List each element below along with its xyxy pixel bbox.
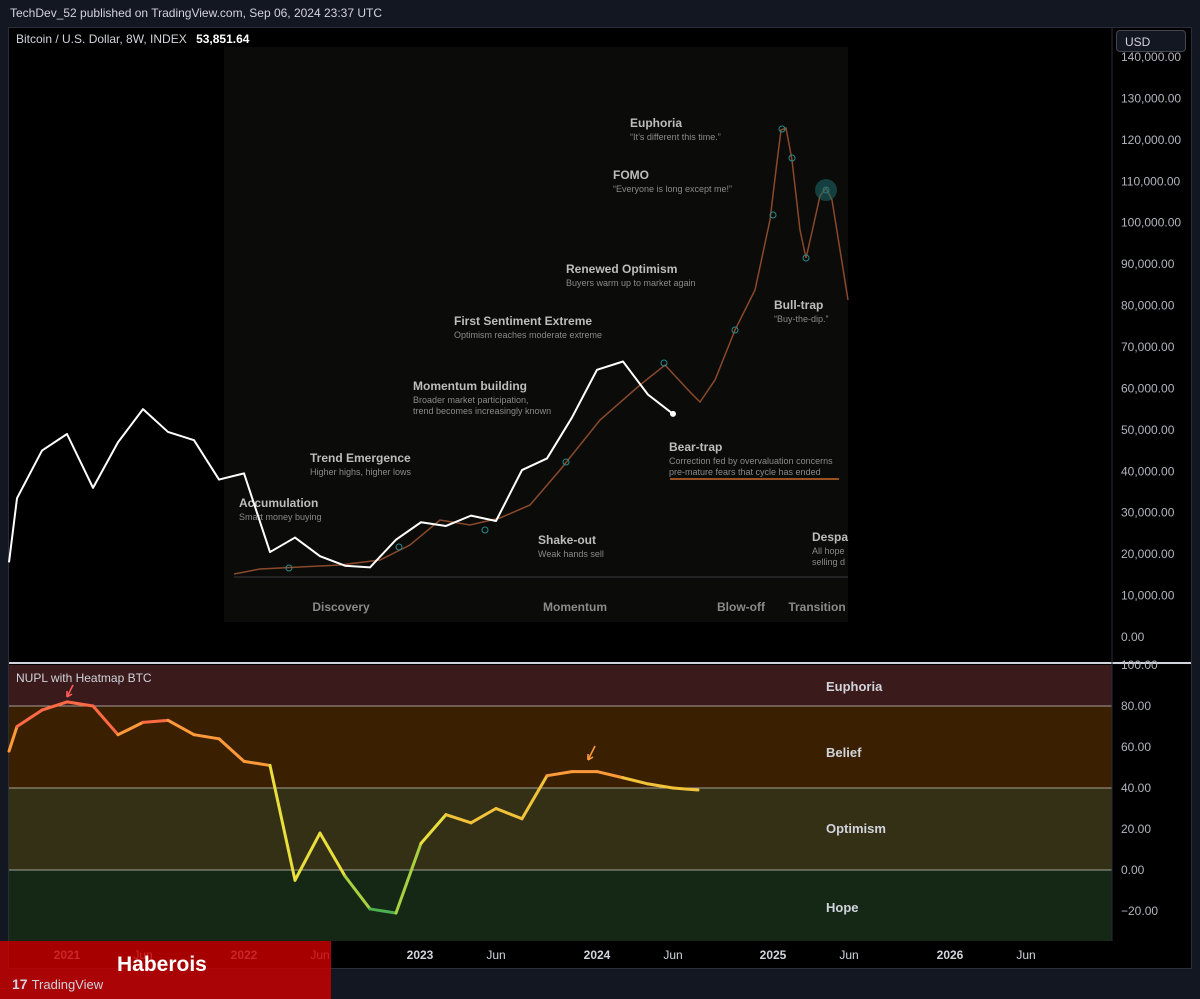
last-price: 53,851.64 — [196, 32, 250, 46]
annotation-title: Shake-out — [538, 533, 596, 547]
annotation-title: First Sentiment Extreme — [454, 314, 592, 328]
nupl-axis[interactable]: 100.00 80.00 60.00 40.00 20.00 0.00 −20.00 — [1121, 658, 1158, 918]
annotation-subtitle: trend becomes increasingly known — [413, 406, 551, 416]
price-tick-label: 20,000.00 — [1121, 547, 1175, 561]
price-tick-label: 120,000.00 — [1121, 133, 1181, 147]
nupl-legend[interactable]: NUPL with Heatmap BTC — [16, 671, 152, 685]
annotation-subtitle: Smart money buying — [239, 512, 322, 522]
phase-label: Momentum — [543, 600, 607, 614]
price-tick-label: 100,000.00 — [1121, 216, 1181, 230]
annotation-title: FOMO — [613, 168, 649, 182]
price-tick-label: 80,000.00 — [1121, 299, 1175, 313]
stage-highlight — [815, 179, 837, 201]
annotation-subtitle: selling d — [812, 557, 845, 567]
time-tick-label: 2024 — [584, 948, 611, 962]
time-tick-label: 2025 — [760, 948, 787, 962]
time-tick-label: Jun — [1016, 948, 1035, 962]
currency-button[interactable]: USD — [1116, 30, 1186, 52]
nupl-tick-label: 20.00 — [1121, 822, 1151, 836]
zone-label: Euphoria — [826, 679, 883, 694]
price-tick-label: 90,000.00 — [1121, 257, 1175, 271]
time-tick-label: Jun — [663, 948, 682, 962]
phase-label: Blow-off — [717, 600, 766, 614]
nupl-tick-label: 80.00 — [1121, 699, 1151, 713]
time-tick-label: Jun — [486, 948, 505, 962]
zone-label: Hope — [826, 900, 859, 915]
nupl-tick-label: 60.00 — [1121, 740, 1151, 754]
annotation-title: Despa — [812, 530, 848, 544]
phase-label: Transition — [788, 600, 845, 614]
annotation-title: Renewed Optimism — [566, 262, 677, 276]
price-tick-label: 110,000.00 — [1121, 174, 1180, 188]
annotation-subtitle: Broader market participation, — [413, 395, 529, 405]
annotation-subtitle: “It’s different this time.” — [630, 132, 721, 142]
price-tick-label: 70,000.00 — [1121, 340, 1175, 354]
annotation-subtitle: pre-mature fears that cycle has ended — [669, 467, 821, 477]
nupl-tick-label: 0.00 — [1121, 863, 1145, 877]
price-tick-label: 0.00 — [1121, 630, 1145, 644]
price-tick-label: 130,000.00 — [1121, 91, 1181, 105]
price-point — [670, 410, 676, 417]
annotation-subtitle: Weak hands sell — [538, 549, 604, 559]
tradingview-logo-icon: 17 — [12, 976, 28, 992]
price-tick-label: 30,000.00 — [1121, 506, 1175, 520]
zone-label: Optimism — [826, 821, 886, 836]
tradingview-logo-text: TradingView — [31, 976, 104, 992]
annotation-subtitle: “Buy-the-dip.” — [774, 314, 829, 324]
nupl-segment — [671, 786, 700, 792]
price-axis[interactable]: 140,000.00130,000.00120,000.00110,000.00… — [1121, 50, 1181, 644]
watermark-text: Haberois — [117, 953, 207, 976]
nupl-tick-label: 100.00 — [1121, 658, 1158, 672]
zone-hope — [9, 870, 1112, 941]
annotation-subtitle: Higher highs, higher lows — [310, 467, 412, 477]
price-tick-label: 50,000.00 — [1121, 423, 1175, 437]
nupl-segment — [141, 718, 170, 724]
nupl-zones: Euphoria Belief Optimism Hope — [9, 665, 1112, 941]
price-tick-label: 40,000.00 — [1121, 464, 1175, 478]
time-tick-label: Jun — [839, 948, 858, 962]
annotation-title: Accumulation — [239, 496, 318, 510]
zone-optimism — [9, 788, 1112, 870]
tradingview-logo[interactable]: 17 TradingView — [12, 976, 103, 992]
annotation-subtitle: Buyers warm up to market again — [566, 278, 696, 288]
annotation-title: Bull-trap — [774, 298, 823, 312]
annotation-subtitle: All hope — [812, 546, 845, 556]
time-tick-label: 2023 — [407, 948, 434, 962]
chart-svg[interactable]: Euphoria “It’s different this time.” FOMO “… — [0, 0, 1200, 999]
annotation-title: Bear-trap — [669, 440, 722, 454]
annotation-subtitle: Optimism reaches moderate extreme — [454, 330, 602, 340]
annotation-title: Momentum building — [413, 379, 527, 393]
symbol-text: Bitcoin / U.S. Dollar, 8W, INDEX — [16, 32, 187, 46]
zone-belief — [9, 706, 1112, 788]
price-tick-label: 10,000.00 — [1121, 589, 1175, 603]
phase-label: Discovery — [312, 600, 370, 614]
annotation-title: Trend Emergence — [310, 451, 411, 465]
annotation-title: Euphoria — [630, 116, 682, 130]
annotation-subtitle: “Everyone is long except me!” — [613, 184, 732, 194]
zone-label: Belief — [826, 745, 862, 760]
price-tick-label: 60,000.00 — [1121, 381, 1175, 395]
zone-euphoria — [9, 665, 1112, 706]
symbol-legend[interactable]: Bitcoin / U.S. Dollar, 8W, INDEX 53,851.… — [16, 32, 249, 46]
annotation-subtitle: Correction fed by overvaluation concerns — [669, 456, 833, 466]
time-tick-label: 2026 — [937, 948, 964, 962]
nupl-tick-label: −20.00 — [1121, 904, 1158, 918]
nupl-tick-label: 40.00 — [1121, 781, 1151, 795]
